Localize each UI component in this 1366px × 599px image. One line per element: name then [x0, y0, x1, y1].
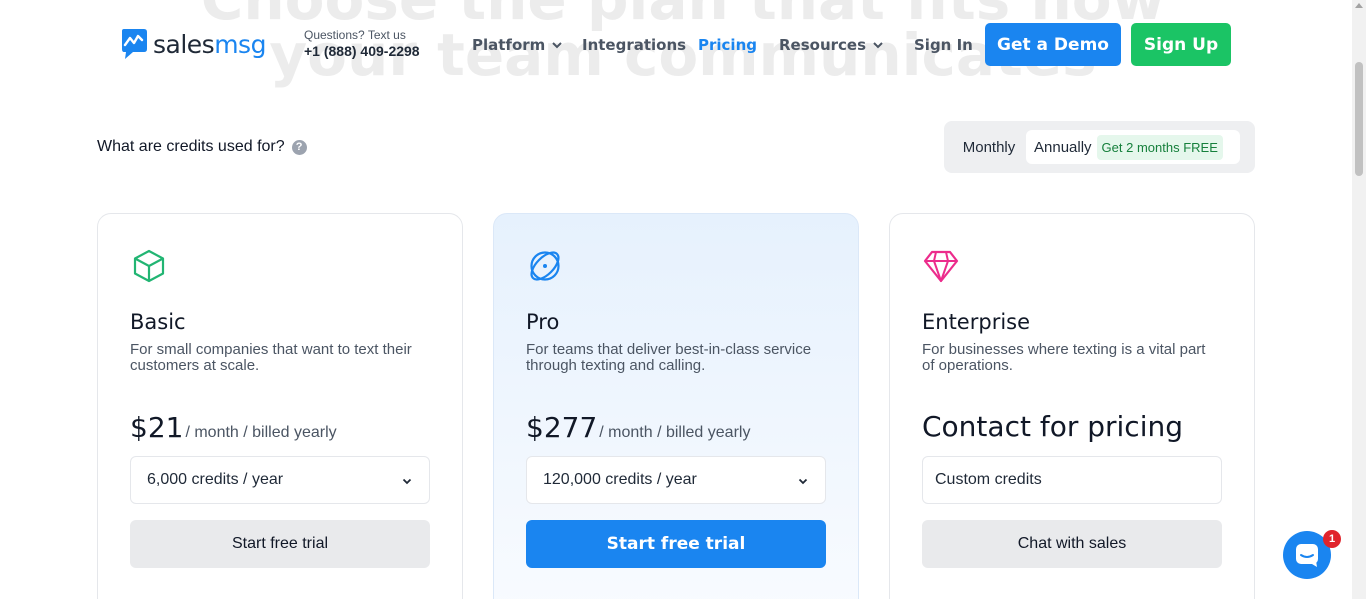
page-scrollbar[interactable]	[1352, 0, 1366, 599]
plan-card-pro: Pro For teams that deliver best-in-class…	[493, 213, 859, 599]
contact-info: Questions? Text us +1 (888) 409-2298	[304, 28, 420, 59]
plan-price: $277 / month / billed yearly	[526, 411, 750, 444]
contact-question: Questions? Text us	[304, 28, 406, 42]
plan-card-enterprise: Enterprise For businesses where texting …	[889, 213, 1255, 599]
logo-sales-text: sales	[153, 29, 215, 59]
price-amount: $277	[526, 411, 598, 444]
plan-name: Pro	[526, 310, 560, 334]
credits-select[interactable]: 120,000 credits / year	[526, 456, 826, 504]
plan-description: For teams that deliver best-in-class ser…	[526, 341, 812, 374]
nav-resources-label: Resources	[779, 36, 867, 54]
contact-for-pricing: Contact for pricing	[922, 410, 1183, 443]
credits-question[interactable]: What are credits used for? ?	[97, 138, 307, 156]
billing-monthly-option[interactable]: Monthly	[952, 130, 1026, 164]
price-period: / month / billed yearly	[599, 424, 751, 441]
nav-platform-label: Platform	[472, 36, 546, 54]
price-period: / month / billed yearly	[185, 424, 337, 441]
credits-select[interactable]: 6,000 credits / year	[130, 456, 430, 504]
price-amount: $21	[130, 411, 184, 444]
plan-price: $21 / month / billed yearly	[130, 411, 337, 444]
billing-toggle: Monthly Annually Get 2 months FREE	[944, 121, 1255, 173]
chevron-down-icon	[798, 478, 808, 485]
nav-integrations-label: Integrations	[582, 36, 687, 54]
plan-name: Enterprise	[922, 310, 1031, 334]
plan-description: For small companies that want to text th…	[130, 341, 412, 374]
start-free-trial-button[interactable]: Start free trial	[130, 520, 430, 568]
chevron-down-icon	[873, 42, 883, 49]
contact-phone[interactable]: +1 (888) 409-2298	[304, 43, 420, 59]
diamond-icon	[923, 250, 959, 283]
credits-select-value: 120,000 credits / year	[543, 471, 697, 488]
chat-notification-badge: 1	[1323, 530, 1341, 548]
chevron-down-icon	[402, 478, 412, 485]
help-icon[interactable]: ?	[291, 139, 307, 155]
cube-icon	[133, 249, 165, 283]
scroll-up-arrow-icon[interactable]	[1355, 3, 1363, 8]
atom-icon	[530, 251, 560, 281]
chevron-down-icon	[552, 42, 563, 49]
nav-pricing-label: Pricing	[698, 36, 757, 54]
plan-card-basic: Basic For small companies that want to t…	[97, 213, 463, 599]
nav-sign-in[interactable]: Sign In	[914, 36, 973, 54]
logo-msg-text: msg	[214, 29, 266, 59]
credits-select-value: 6,000 credits / year	[147, 471, 284, 488]
site-header: salesmsg Questions? Text us +1 (888) 409…	[0, 0, 1352, 90]
salesmsg-logo[interactable]: salesmsg	[119, 27, 266, 61]
nav-integrations[interactable]: Integrations	[582, 36, 686, 54]
scrollbar-thumb[interactable]	[1355, 62, 1363, 176]
nav-pricing[interactable]: Pricing	[698, 36, 757, 54]
chat-with-sales-button[interactable]: Chat with sales	[922, 520, 1222, 568]
nav-platform[interactable]: Platform	[472, 36, 563, 54]
custom-credits-field: Custom credits	[922, 456, 1222, 504]
plan-description: For businesses where texting is a vital …	[922, 341, 1206, 374]
credits-question-label: What are credits used for?	[97, 138, 285, 155]
sign-up-button[interactable]: Sign Up	[1131, 23, 1231, 66]
billing-annual-option[interactable]: Annually Get 2 months FREE	[1026, 130, 1240, 164]
logo-mark-icon	[122, 29, 147, 59]
plan-name: Basic	[130, 310, 186, 334]
annual-discount-badge: Get 2 months FREE	[1096, 134, 1223, 160]
nav-sign-in-label: Sign In	[914, 36, 973, 54]
billing-annual-label: Annually	[1034, 138, 1092, 156]
custom-credits-value: Custom credits	[935, 471, 1042, 488]
start-free-trial-button[interactable]: Start free trial	[526, 520, 826, 568]
get-demo-button[interactable]: Get a Demo	[985, 23, 1121, 66]
chat-icon	[1296, 544, 1318, 567]
nav-resources[interactable]: Resources	[779, 36, 884, 54]
